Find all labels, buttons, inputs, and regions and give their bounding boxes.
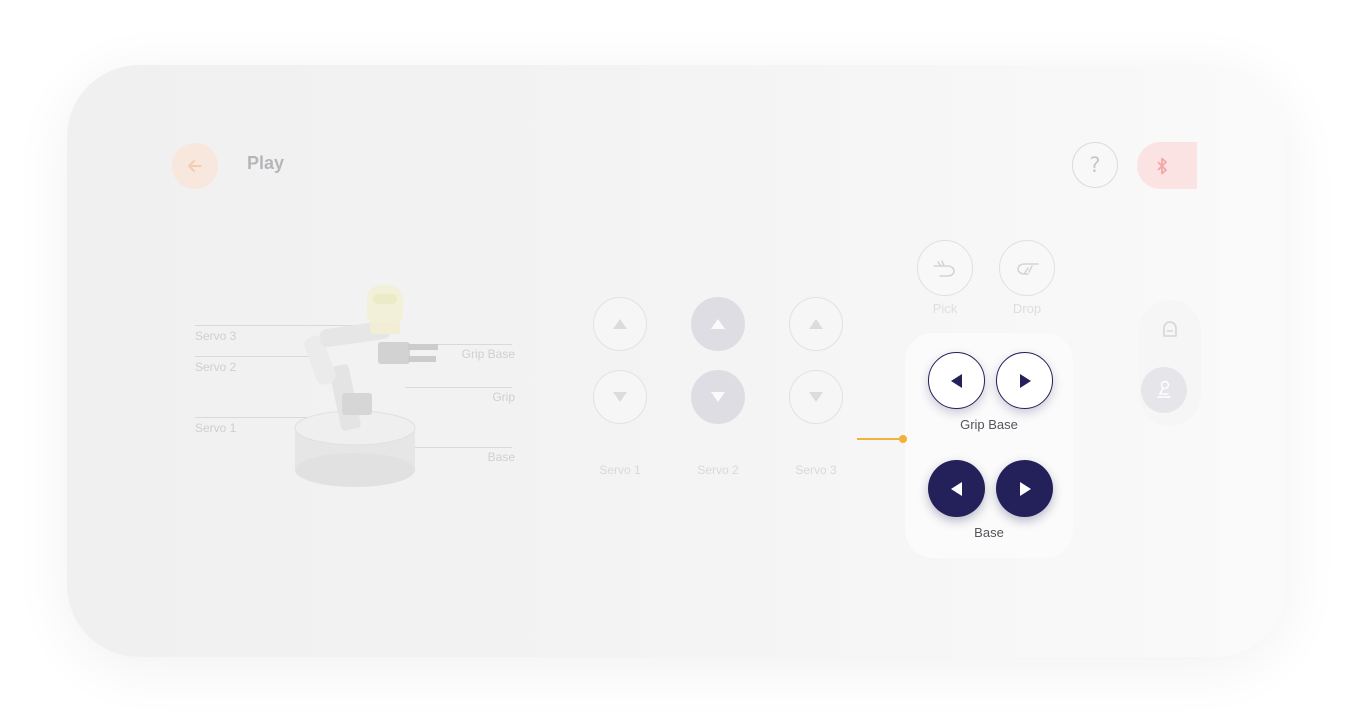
triangle-right-icon	[1019, 481, 1031, 496]
triangle-up-icon	[809, 319, 823, 329]
label-servo-2: Servo 2	[195, 360, 237, 374]
label-grip: Grip	[492, 390, 515, 404]
label-servo-1: Servo 1	[195, 421, 237, 435]
servo-2-up-button[interactable]	[691, 297, 745, 351]
bluetooth-button[interactable]	[1137, 142, 1197, 189]
triangle-down-icon	[809, 392, 823, 402]
triangle-right-icon	[1019, 373, 1031, 388]
gripper-icon	[1163, 321, 1177, 337]
help-button[interactable]: ?	[1072, 142, 1118, 188]
triangle-left-icon	[950, 373, 962, 388]
triangle-left-icon	[950, 481, 962, 496]
servo-3-label: Servo 3	[795, 463, 837, 477]
servo-1-down-button[interactable]	[593, 370, 647, 424]
arrow-left-icon	[188, 160, 202, 172]
back-button[interactable]	[172, 143, 218, 189]
app-screen: Play ? Servo 3 Servo 2 Servo 1 Grip Base…	[67, 65, 1286, 657]
triangle-up-icon	[613, 319, 627, 329]
drop-button[interactable]	[999, 240, 1055, 296]
servo-2-down-button[interactable]	[691, 370, 745, 424]
base-label: Base	[974, 525, 1004, 540]
hand-pick-icon	[933, 260, 955, 277]
pointer-dot	[899, 435, 907, 443]
base-left-button[interactable]	[928, 460, 985, 517]
arm-mode-button[interactable]	[1141, 367, 1187, 413]
triangle-down-icon	[613, 392, 627, 402]
drop-label: Drop	[1012, 301, 1042, 316]
gripper-mode-button[interactable]	[1147, 306, 1193, 352]
grip-base-left-button[interactable]	[928, 352, 985, 409]
hand-drop-icon	[1017, 263, 1039, 275]
label-base: Base	[487, 450, 515, 464]
label-grip-base: Grip Base	[461, 347, 515, 361]
pick-label: Pick	[932, 301, 958, 316]
servo-3-up-button[interactable]	[789, 297, 843, 351]
base-right-button[interactable]	[996, 460, 1053, 517]
servo-3-down-button[interactable]	[789, 370, 843, 424]
servo-1-up-button[interactable]	[593, 297, 647, 351]
grip-base-label: Grip Base	[960, 417, 1018, 432]
servo-1-label: Servo 1	[599, 463, 641, 477]
bluetooth-icon	[1157, 157, 1167, 174]
robot-arm-illustration	[294, 285, 438, 487]
pick-button[interactable]	[917, 240, 973, 296]
robot-arm-icon	[1157, 380, 1171, 398]
pointer-line	[857, 438, 902, 440]
servo-2-label: Servo 2	[697, 463, 739, 477]
help-icon: ?	[1089, 153, 1101, 177]
triangle-up-icon	[711, 319, 725, 329]
grip-base-right-button[interactable]	[996, 352, 1053, 409]
robot-diagram: Servo 3 Servo 2 Servo 1 Grip Base Grip B…	[195, 280, 515, 495]
label-servo-3: Servo 3	[195, 329, 237, 343]
page-title: Play	[247, 153, 285, 173]
triangle-down-icon	[711, 392, 725, 402]
